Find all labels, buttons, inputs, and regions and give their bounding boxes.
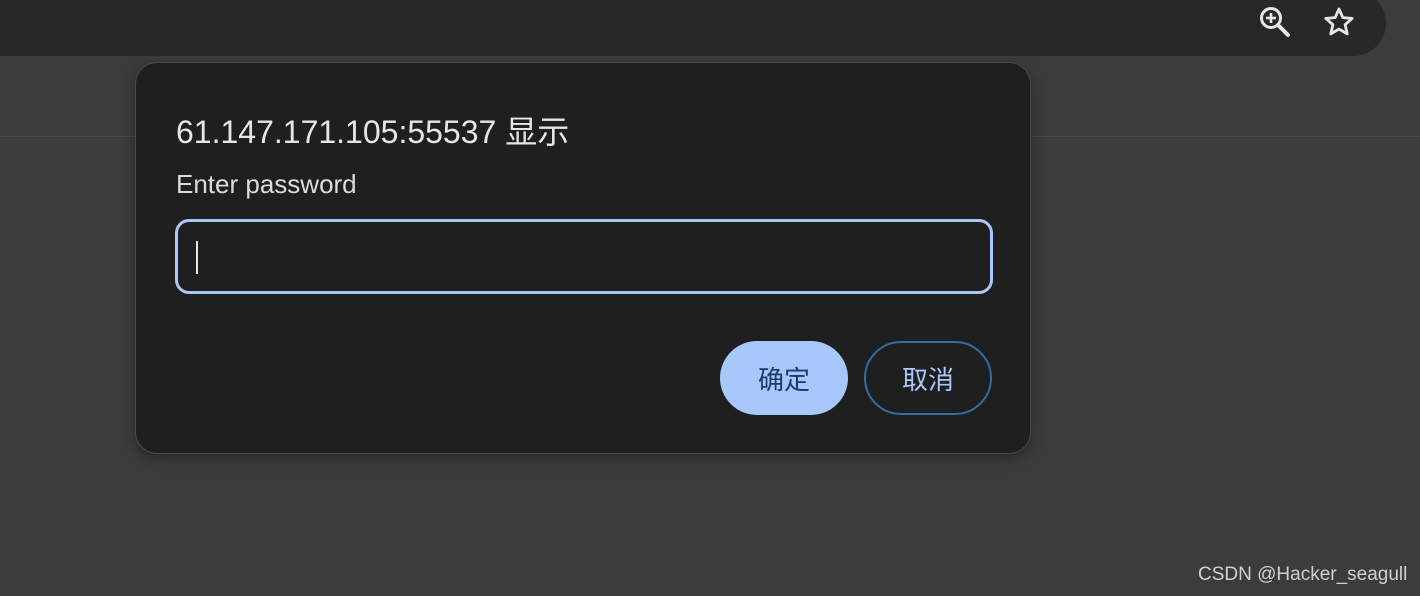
dialog-title: 61.147.171.105:55537 显示 (176, 114, 570, 150)
bookmark-star-icon[interactable] (1321, 4, 1357, 40)
watermark: CSDN @Hacker_seagull (1198, 564, 1408, 585)
password-input[interactable] (175, 219, 993, 294)
dialog-message: Enter password (176, 169, 357, 199)
prompt-dialog: 61.147.171.105:55537 显示 Enter password 确… (135, 62, 1031, 454)
cancel-button[interactable]: 取消 (864, 341, 992, 415)
address-bar[interactable] (0, 0, 1386, 56)
ok-button[interactable]: 确定 (720, 341, 848, 415)
text-caret (196, 241, 198, 274)
zoom-in-icon[interactable] (1257, 4, 1293, 40)
